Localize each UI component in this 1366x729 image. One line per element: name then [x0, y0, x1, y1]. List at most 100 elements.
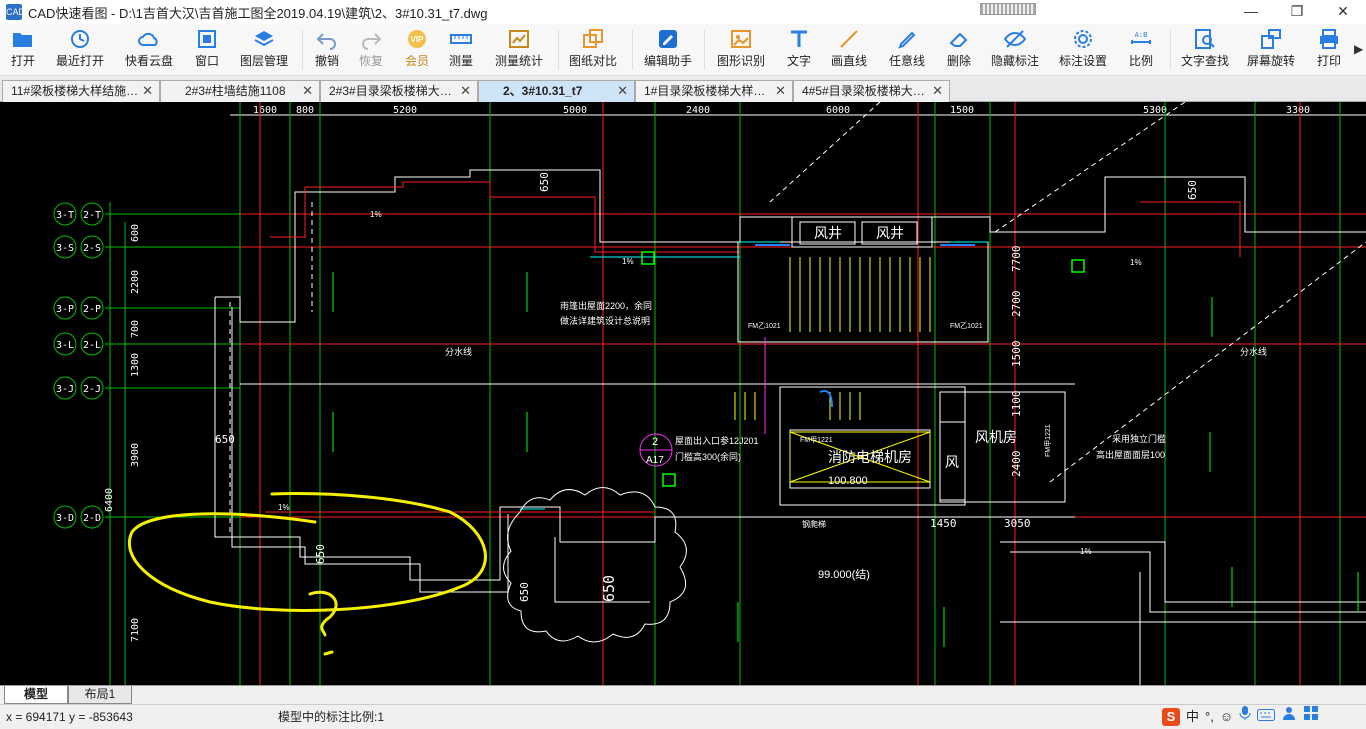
dim-text: 1100	[1010, 391, 1023, 418]
label: 屋面出入口参12J201	[675, 435, 759, 446]
emoji-icon[interactable]: ☺	[1220, 705, 1233, 729]
user-icon[interactable]	[1281, 705, 1297, 729]
label: 分水线	[445, 346, 472, 357]
dim-text: 1600	[253, 105, 277, 116]
print-button[interactable]: 打印	[1310, 28, 1348, 72]
maximize-button[interactable]: ❐	[1274, 0, 1320, 24]
status-bar: x = 694171 y = -853643 模型中的标注比例:1 S 中 °,…	[0, 704, 1366, 728]
line-icon	[840, 30, 858, 48]
hide-marks-button[interactable]: 隐藏标注	[986, 28, 1044, 72]
dim-text: 5200	[393, 105, 417, 116]
folder-icon	[13, 33, 32, 47]
axis-label: 2-S	[83, 243, 101, 254]
edit-helper-button[interactable]: 编辑助手	[640, 28, 696, 72]
cloud-button[interactable]: 快看云盘	[120, 28, 178, 72]
find-text-button[interactable]: 文字查找	[1176, 28, 1234, 72]
grid-icon[interactable]	[1303, 705, 1319, 729]
label: 风井	[876, 225, 904, 241]
measure-button[interactable]: 测量	[442, 28, 480, 72]
dim-text: 5300	[1143, 105, 1167, 116]
drawing-canvas[interactable]: 1600 800 5200 5000 2400 6000 1500 5300 3…	[0, 102, 1366, 685]
layout-tabs: 模型 布局1	[0, 685, 1366, 704]
dim-text: 2700	[1010, 291, 1023, 318]
compare-icon	[583, 29, 603, 48]
eye-off-icon	[1003, 30, 1027, 48]
close-tab-icon[interactable]: ✕	[932, 81, 943, 101]
search-icon	[1195, 29, 1215, 49]
dim-text: 700	[130, 320, 141, 338]
rotate-icon	[1261, 29, 1281, 49]
open-button[interactable]: 打开	[4, 28, 42, 72]
close-tab-icon[interactable]: ✕	[302, 81, 313, 101]
label: 雨篷出屋面2200，余同	[560, 300, 652, 311]
toolbar-separator	[704, 30, 705, 70]
rotate-button[interactable]: 屏幕旋转	[1242, 28, 1300, 72]
text-button[interactable]: 文字	[780, 28, 818, 72]
dim-text: 5000	[563, 105, 587, 116]
keyboard-icon[interactable]	[1257, 705, 1276, 729]
dim-text: 650	[538, 172, 551, 192]
erase-button[interactable]: 删除	[940, 28, 978, 72]
cursor-coordinates: x = 694171 y = -853643	[6, 710, 133, 724]
tab-doc[interactable]: 11#梁板楼梯大样结施… ✕	[2, 80, 160, 102]
redo-button[interactable]: 恢复	[352, 28, 390, 72]
dim-text: 800	[296, 105, 314, 116]
close-tab-icon[interactable]: ✕	[460, 81, 471, 101]
label: 做法详建筑设计总说明	[560, 315, 650, 326]
handwritten-annotation	[127, 492, 487, 656]
svg-text:VIP: VIP	[411, 35, 425, 44]
axis-label: 2-T	[83, 210, 101, 221]
axis-label: 2-J	[83, 384, 101, 395]
dim-text: 1500	[950, 105, 974, 116]
tab-doc[interactable]: 2#3#柱墙结施1108 ✕	[160, 80, 320, 102]
close-tab-icon[interactable]: ✕	[142, 81, 153, 101]
shape-recognition-button[interactable]: 图形识别	[712, 28, 770, 72]
window-button[interactable]: 窗口	[188, 28, 226, 72]
axis-label: 2-L	[83, 340, 101, 351]
document-tabs: 11#梁板楼梯大样结施… ✕ 2#3#柱墙结施1108 ✕ 2#3#目录梁板楼梯大……	[0, 78, 1366, 102]
label: 高出屋面面层100	[1096, 449, 1165, 460]
toolbar-separator	[632, 30, 633, 70]
scale-button[interactable]: A:B 比例	[1122, 28, 1160, 72]
tab-doc[interactable]: 2#3#目录梁板楼梯大… ✕	[320, 80, 478, 102]
undo-icon	[316, 33, 336, 50]
label: 分水线	[1240, 346, 1267, 357]
tab-doc[interactable]: 4#5#目录梁板楼梯大… ✕	[793, 80, 950, 102]
tab-layout1[interactable]: 布局1	[68, 686, 132, 704]
undo-button[interactable]: 撤销	[308, 28, 346, 72]
label: 钢爬梯	[802, 519, 826, 529]
dim-text: 650	[215, 433, 235, 446]
axis-label: 3-T	[56, 210, 74, 221]
layers-button[interactable]: 图层管理	[236, 28, 292, 72]
close-tab-icon[interactable]: ✕	[775, 81, 786, 101]
punctuation-icon[interactable]: °,	[1205, 705, 1214, 729]
recent-button[interactable]: 最近打开	[52, 28, 108, 72]
dim-text: 2400	[686, 105, 710, 116]
label: 1%	[1080, 547, 1092, 556]
close-tab-icon[interactable]: ✕	[617, 81, 628, 101]
close-button[interactable]: ✕	[1320, 0, 1366, 24]
freeline-button[interactable]: 任意线	[884, 28, 930, 72]
microphone-icon[interactable]	[1239, 705, 1251, 729]
toolbar-separator	[1170, 30, 1171, 70]
measure-stats-button[interactable]: 测量统计	[490, 28, 548, 72]
label: 消防电梯机房	[828, 449, 912, 465]
tab-doc-active[interactable]: 2、3#10.31_t7 ✕	[478, 80, 635, 102]
axis-label: 3-D	[56, 513, 74, 524]
mark-settings-button[interactable]: 标注设置	[1054, 28, 1112, 72]
app-icon: CAD	[6, 4, 25, 20]
sogou-icon[interactable]: S	[1162, 708, 1180, 726]
text-icon	[791, 30, 807, 47]
toolbar-overflow-icon[interactable]: ▶	[1354, 42, 1363, 56]
line-button[interactable]: 画直线	[826, 28, 872, 72]
compare-button[interactable]: 图纸对比	[564, 28, 622, 72]
ime-mode-icon[interactable]: 中	[1186, 705, 1199, 729]
dim-text: 650	[1186, 180, 1199, 200]
toolbar-separator	[302, 30, 303, 70]
tab-model[interactable]: 模型	[4, 686, 68, 704]
redo-icon	[362, 33, 382, 50]
label: FM乙1021	[950, 322, 983, 330]
minimize-button[interactable]: —	[1228, 0, 1274, 24]
vip-button[interactable]: VIP 会员	[398, 28, 436, 72]
tab-doc[interactable]: 1#目录梁板楼梯大样… ✕	[635, 80, 793, 102]
